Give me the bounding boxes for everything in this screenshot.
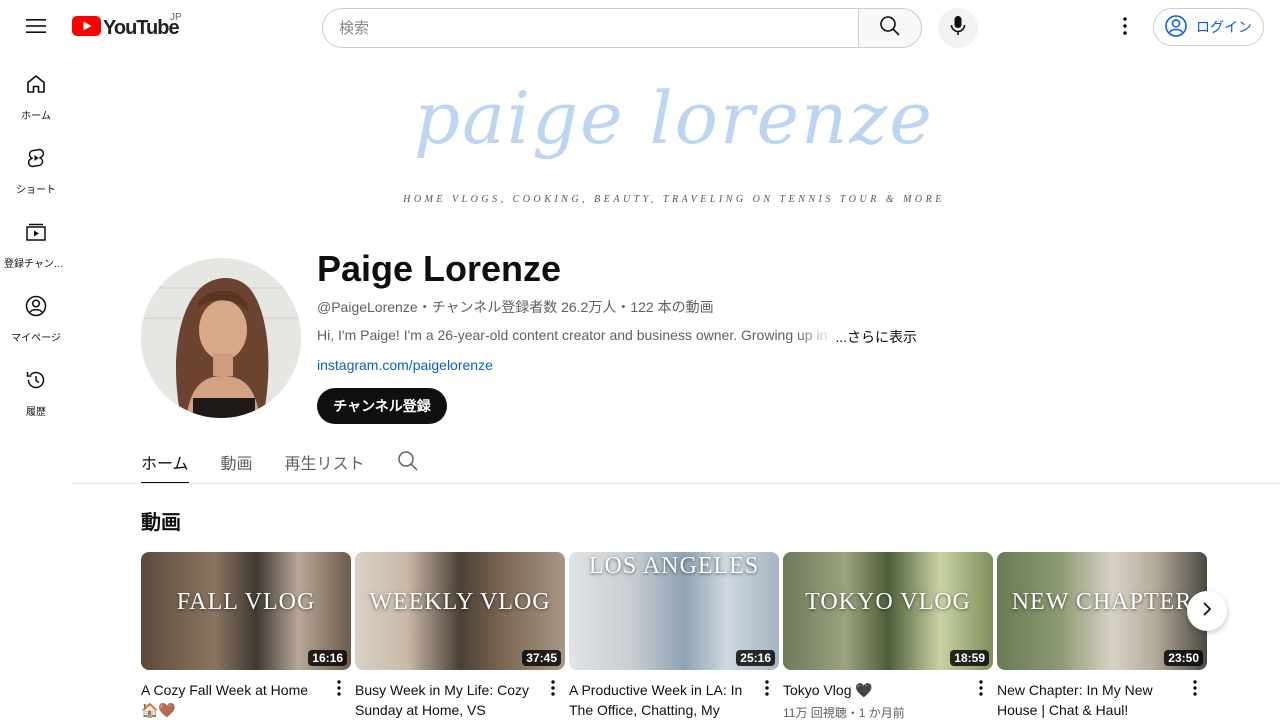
- search-icon: [397, 451, 419, 476]
- video-menu-button[interactable]: [759, 678, 775, 702]
- search-button[interactable]: [858, 8, 922, 48]
- sidebar-item-shorts[interactable]: ショート: [4, 130, 68, 204]
- video-card[interactable]: NEW CHAPTER 23:50 New Chapter: In My New…: [997, 552, 1207, 718]
- sidebar-item-label: 登録チャンネル: [4, 259, 68, 270]
- tab-playlists[interactable]: 再生リスト: [285, 440, 365, 484]
- channel-meta: @PaigeLorenze・チャンネル登録者数 26.2万人・122 本の動画: [317, 299, 714, 315]
- thumbnail-overlay-text: LOS ANGELES: [588, 553, 760, 579]
- settings-more-button[interactable]: [1105, 8, 1145, 48]
- more-vert-icon: [337, 679, 341, 701]
- video-menu-button[interactable]: [545, 678, 561, 702]
- video-thumbnail[interactable]: TOKYO VLOG 18:59: [783, 552, 993, 670]
- description-fade: [795, 327, 835, 345]
- channel-external-link[interactable]: instagram.com/paigelorenze: [317, 357, 493, 373]
- tab-home[interactable]: ホーム: [141, 440, 189, 484]
- video-thumbnail[interactable]: FALL VLOG 16:16: [141, 552, 351, 670]
- video-duration: 18:59: [950, 650, 989, 666]
- history-icon: [24, 368, 48, 397]
- subscribe-button[interactable]: チャンネル登録: [317, 388, 447, 424]
- video-thumbnail[interactable]: NEW CHAPTER 23:50: [997, 552, 1207, 670]
- channel-avatar: [141, 258, 301, 418]
- sidebar-item-label: ショート: [16, 185, 56, 196]
- thumbnail-overlay-text: NEW CHAPTER: [1011, 589, 1193, 615]
- video-title[interactable]: New Chapter: In My New House | Chat & Ha…: [997, 680, 1181, 720]
- channel-banner: paige lorenze HOME VLOGS, COOKING, BEAUT…: [141, 56, 1207, 228]
- show-more-link[interactable]: ...さらに表示: [833, 327, 917, 345]
- thumbnail-overlay-text: FALL VLOG: [176, 589, 316, 615]
- top-bar: YouTube JP ログイン: [0, 0, 1280, 56]
- account-circle-icon: [1164, 14, 1188, 41]
- sidebar-item-label: ホーム: [21, 111, 51, 122]
- section-title: 動画: [141, 512, 181, 534]
- banner-title: paige lorenze: [414, 76, 934, 160]
- shelf-next-button[interactable]: [1187, 591, 1227, 631]
- sidebar-item-label: 履歴: [26, 407, 46, 418]
- tabs-divider: [72, 483, 1280, 484]
- chevron-right-icon: [1202, 601, 1212, 622]
- tab-videos[interactable]: 動画: [221, 440, 253, 484]
- video-card[interactable]: FALL VLOG 16:16 A Cozy Fall Week at Home…: [141, 552, 351, 718]
- sidebar-item-home[interactable]: ホーム: [4, 56, 68, 130]
- tab-search-button[interactable]: [397, 450, 419, 484]
- search-icon: [879, 15, 901, 42]
- video-menu-button[interactable]: [331, 678, 347, 702]
- thumbnail-overlay-text: TOKYO VLOG: [805, 589, 971, 615]
- video-duration: 16:16: [308, 650, 347, 666]
- microphone-icon: [950, 15, 966, 42]
- logo-text: YouTube: [103, 16, 180, 39]
- video-card[interactable]: TOKYO VLOG 18:59 Tokyo Vlog 🖤 11万 回視聴・1 …: [783, 552, 993, 720]
- channel-name: Paige Lorenze: [317, 248, 562, 289]
- home-icon: [24, 72, 48, 101]
- video-title[interactable]: Busy Week in My Life: Cozy Sunday at Hom…: [355, 680, 539, 720]
- thumbnail-overlay-text: WEEKLY VLOG: [369, 589, 551, 615]
- more-vert-icon: [765, 679, 769, 701]
- sidebar-item-subscriptions[interactable]: 登録チャンネル: [4, 204, 68, 278]
- video-duration: 23:50: [1164, 650, 1203, 666]
- sidebar-item-mypage[interactable]: マイページ: [4, 278, 68, 352]
- video-shelf: FALL VLOG 16:16 A Cozy Fall Week at Home…: [141, 552, 1207, 720]
- description-text: Hi, I'm Paige! I'm a 26-year-old content…: [317, 327, 841, 343]
- channel-tabs: ホーム 動画 再生リスト: [141, 440, 419, 484]
- search-bar: [322, 8, 922, 48]
- youtube-logo[interactable]: YouTube JP: [72, 12, 182, 41]
- login-label: ログイン: [1196, 19, 1252, 35]
- video-thumbnail[interactable]: WEEKLY VLOG 37:45: [355, 552, 565, 670]
- more-vert-icon: [1193, 679, 1197, 701]
- login-button[interactable]: ログイン: [1153, 8, 1264, 46]
- more-vert-icon: [979, 679, 983, 701]
- video-duration: 25:16: [736, 650, 775, 666]
- search-input[interactable]: [322, 8, 858, 48]
- video-card[interactable]: WEEKLY VLOG 37:45 Busy Week in My Life: …: [355, 552, 565, 718]
- more-vert-icon: [1123, 16, 1127, 40]
- video-menu-button[interactable]: [1187, 678, 1203, 702]
- video-meta: 11万 回視聴・1 か月前: [783, 706, 905, 720]
- video-card[interactable]: LOS ANGELES 25:16 A Productive Week in L…: [569, 552, 779, 718]
- shorts-icon: [24, 146, 48, 175]
- region-code: JP: [170, 12, 182, 23]
- hamburger-icon: [26, 18, 46, 39]
- sidebar: ホーム ショート 登録チャンネル マイページ 履歴: [0, 56, 72, 720]
- more-vert-icon: [551, 679, 555, 701]
- video-duration: 37:45: [522, 650, 561, 666]
- banner-subtitle: HOME VLOGS, COOKING, BEAUTY, TRAVELING O…: [403, 194, 945, 205]
- menu-button[interactable]: [16, 8, 56, 48]
- account-icon: [24, 294, 48, 323]
- video-title[interactable]: A Productive Week in LA: In The Office, …: [569, 680, 753, 720]
- video-title[interactable]: Tokyo Vlog 🖤: [783, 680, 967, 700]
- youtube-play-icon: [72, 15, 101, 41]
- channel-description[interactable]: Hi, I'm Paige! I'm a 26-year-old content…: [317, 327, 917, 345]
- sidebar-item-history[interactable]: 履歴: [4, 352, 68, 426]
- video-thumbnail[interactable]: LOS ANGELES 25:16: [569, 552, 779, 670]
- sidebar-item-label: マイページ: [11, 333, 61, 344]
- video-title[interactable]: A Cozy Fall Week at Home 🏠🤎: [141, 680, 325, 720]
- video-menu-button[interactable]: [973, 678, 989, 702]
- subscriptions-icon: [24, 220, 48, 249]
- voice-search-button[interactable]: [938, 8, 978, 48]
